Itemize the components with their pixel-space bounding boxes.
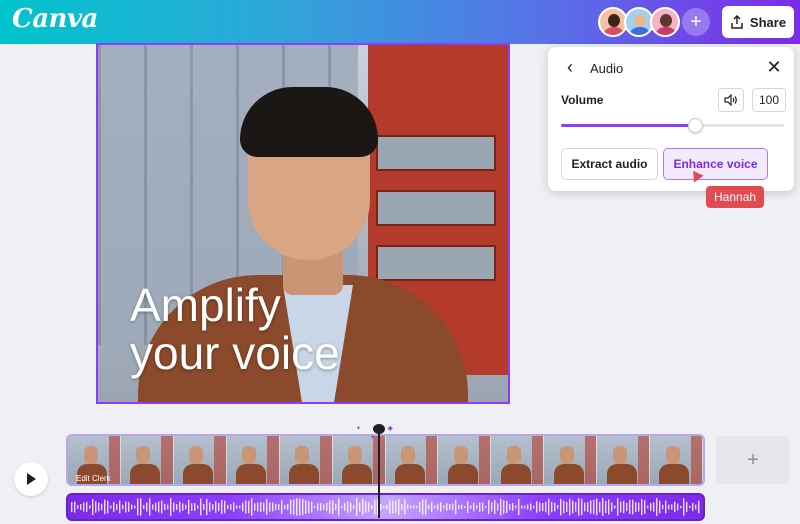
audio-track[interactable] bbox=[66, 493, 705, 521]
play-button[interactable] bbox=[14, 462, 48, 496]
sparkle-icon: ✦ bbox=[356, 426, 362, 432]
video-thumbnail bbox=[650, 436, 703, 484]
design-canvas[interactable]: Amplify your voice bbox=[96, 43, 510, 404]
speaker-button[interactable] bbox=[718, 88, 744, 112]
video-thumbnail bbox=[226, 436, 280, 484]
play-icon bbox=[27, 473, 36, 485]
video-thumbnail bbox=[120, 436, 174, 484]
sparkle-icon: ✦ bbox=[370, 435, 376, 441]
video-thumbnail bbox=[173, 436, 227, 484]
track-label: Edit Clerk bbox=[76, 474, 111, 483]
collaborator-avatars bbox=[598, 7, 680, 37]
add-collaborator-button[interactable]: + bbox=[682, 8, 710, 36]
video-thumbnail bbox=[385, 436, 439, 484]
playhead[interactable] bbox=[378, 430, 380, 518]
headline-text[interactable]: Amplify your voice bbox=[130, 281, 340, 377]
audio-panel: ‹ Audio ✕ Volume 100 Extract audio Enhan… bbox=[548, 47, 794, 191]
avatar[interactable] bbox=[650, 7, 680, 37]
video-track[interactable]: Edit Clerk bbox=[66, 434, 705, 486]
add-track-button[interactable]: + bbox=[716, 436, 790, 484]
enhance-voice-button[interactable]: Enhance voice bbox=[663, 148, 768, 180]
audio-waveform bbox=[71, 498, 700, 516]
sparkle-icon: ✦ bbox=[386, 424, 395, 435]
close-icon[interactable]: ✕ bbox=[764, 57, 784, 77]
extract-audio-button[interactable]: Extract audio bbox=[561, 148, 658, 180]
video-thumbnail bbox=[597, 436, 651, 484]
volume-slider[interactable] bbox=[561, 118, 784, 133]
video-thumbnail bbox=[491, 436, 545, 484]
panel-title: Audio bbox=[590, 61, 624, 76]
collaborator-cursor-label: Hannah bbox=[706, 186, 765, 208]
share-button[interactable]: Share bbox=[722, 6, 794, 38]
speaker-icon bbox=[724, 94, 737, 106]
video-thumbnail bbox=[438, 436, 492, 484]
video-thumbnail bbox=[279, 436, 333, 484]
volume-slider-fill bbox=[561, 124, 695, 127]
person-hair bbox=[240, 87, 378, 157]
share-icon bbox=[731, 15, 743, 29]
share-label: Share bbox=[749, 14, 787, 30]
volume-value-input[interactable]: 100 bbox=[752, 88, 786, 112]
volume-slider-thumb[interactable] bbox=[687, 118, 703, 133]
volume-label: Volume bbox=[561, 93, 604, 107]
video-thumbnail bbox=[544, 436, 598, 484]
back-chevron-icon[interactable]: ‹ bbox=[560, 57, 580, 77]
canva-logo[interactable]: Canva bbox=[12, 4, 98, 34]
top-bar: Canva + Share bbox=[0, 0, 800, 44]
